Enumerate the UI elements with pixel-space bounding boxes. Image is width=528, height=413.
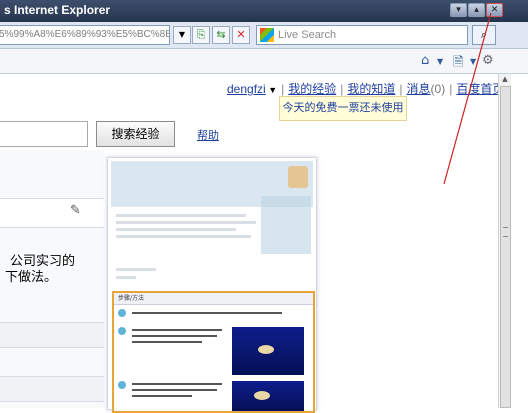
annotation-line [443,12,492,185]
